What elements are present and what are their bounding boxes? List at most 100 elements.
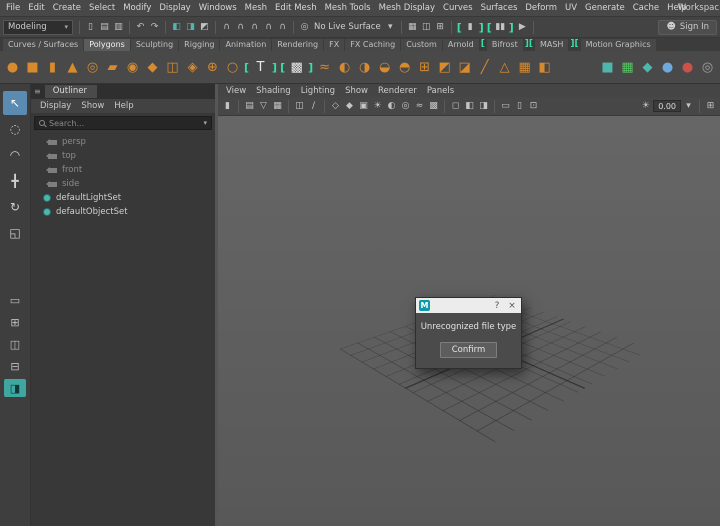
layout-two-pane-stacked[interactable]: ⊟ bbox=[4, 357, 26, 375]
scale-tool[interactable]: ◱ bbox=[3, 221, 27, 245]
make-live-icon[interactable]: ◎ bbox=[298, 20, 311, 35]
shelf-tab-curves-surfaces[interactable]: Curves / Surfaces bbox=[3, 39, 83, 51]
platonic-solid-icon[interactable]: ◆ bbox=[143, 57, 162, 78]
boolean-union-icon[interactable]: ◐ bbox=[335, 57, 354, 78]
workspace-selector[interactable]: Workspac bbox=[678, 3, 719, 13]
field-chart-icon[interactable]: ⊡ bbox=[527, 99, 540, 114]
shelf-tab-rendering[interactable]: Rendering bbox=[272, 39, 323, 51]
sign-in-button[interactable]: ☻ Sign In bbox=[658, 20, 717, 35]
bullet-soft-body-icon[interactable]: ◎ bbox=[698, 57, 717, 78]
bullet-rigid-body-icon[interactable]: ● bbox=[678, 57, 697, 78]
dialog-titlebar[interactable]: M ? × bbox=[416, 298, 521, 313]
chevron-down-icon[interactable]: ▾ bbox=[682, 99, 695, 114]
separate-icon[interactable]: ◓ bbox=[395, 57, 414, 78]
menu-create[interactable]: Create bbox=[49, 1, 85, 15]
snap-to-grid-icon[interactable]: ∩ bbox=[220, 20, 233, 35]
shelf-tab-fx[interactable]: FX bbox=[324, 39, 344, 51]
confirm-button[interactable]: Confirm bbox=[440, 342, 498, 358]
bifrost-graph-icon[interactable]: ◆ bbox=[638, 57, 657, 78]
mash-network-icon[interactable]: ■ bbox=[598, 57, 617, 78]
menu-generate[interactable]: Generate bbox=[581, 1, 629, 15]
outliner-item-persp[interactable]: persp bbox=[31, 135, 215, 149]
viewport-menu-shading[interactable]: Shading bbox=[251, 86, 296, 96]
outliner-item-defaultobjectset[interactable]: defaultObjectSet bbox=[31, 205, 215, 219]
poly-torus-icon[interactable]: ◎ bbox=[83, 57, 102, 78]
gate-mask-icon[interactable]: ▯ bbox=[513, 99, 526, 114]
outliner-item-defaultlightset[interactable]: defaultLightSet bbox=[31, 191, 215, 205]
menu-cache[interactable]: Cache bbox=[629, 1, 663, 15]
shelf-tab-bifrost[interactable]: Bifrost bbox=[487, 39, 523, 51]
layout-single-pane[interactable]: ▭ bbox=[4, 291, 26, 309]
snap-to-point-icon[interactable]: ∩ bbox=[248, 20, 261, 35]
live-surface-dropdown[interactable]: No Live Surface bbox=[312, 22, 383, 32]
exposure-value[interactable]: 0.00 bbox=[653, 100, 681, 112]
two-d-pan-zoom-icon[interactable]: ◫ bbox=[293, 99, 306, 114]
shelf-tab-custom[interactable]: Custom bbox=[401, 39, 442, 51]
shelf-tab-rigging[interactable]: Rigging bbox=[179, 39, 219, 51]
menu-edit-mesh[interactable]: Edit Mesh bbox=[271, 1, 321, 15]
help-button[interactable]: ? bbox=[491, 301, 503, 311]
symmetry-icon[interactable]: ▮ bbox=[464, 20, 477, 35]
poly-gear-icon[interactable]: ⊕ bbox=[203, 57, 222, 78]
textured-icon[interactable]: ▣ bbox=[357, 99, 370, 114]
xray-icon[interactable]: ◧ bbox=[463, 99, 476, 114]
extrude-icon[interactable]: ⊞ bbox=[415, 57, 434, 78]
shelf-tab-polygons[interactable]: Polygons bbox=[84, 39, 130, 51]
ipr-render-icon[interactable]: ◫ bbox=[420, 20, 433, 35]
motion-blur-icon[interactable]: ≈ bbox=[413, 99, 426, 114]
viewport-menu-show[interactable]: Show bbox=[340, 86, 373, 96]
bookmark-icon[interactable]: ▽ bbox=[257, 99, 270, 114]
layout-outliner-persp[interactable]: ◨ bbox=[4, 379, 26, 397]
outliner-item-top[interactable]: top bbox=[31, 149, 215, 163]
menu-file[interactable]: File bbox=[2, 1, 24, 15]
chevron-down-icon[interactable]: ▾ bbox=[384, 20, 397, 35]
poly-pipe-icon[interactable]: ◫ bbox=[163, 57, 182, 78]
shelf-tab-arnold[interactable]: Arnold bbox=[443, 39, 479, 51]
chevron-down-icon[interactable]: ▾ bbox=[203, 119, 207, 127]
bevel-icon[interactable]: ◩ bbox=[435, 57, 454, 78]
multi-cut-icon[interactable]: ╱ bbox=[475, 57, 494, 78]
outliner-item-front[interactable]: front bbox=[31, 163, 215, 177]
menu-deform[interactable]: Deform bbox=[521, 1, 561, 15]
viewport-menu-view[interactable]: View bbox=[221, 86, 251, 96]
xray-joints-icon[interactable]: ◨ bbox=[477, 99, 490, 114]
menu-display[interactable]: Display bbox=[155, 1, 194, 15]
menu-mesh-tools[interactable]: Mesh Tools bbox=[321, 1, 375, 15]
select-hierarchy-icon[interactable]: ◧ bbox=[170, 20, 183, 35]
menu-mesh[interactable]: Mesh bbox=[241, 1, 271, 15]
redo-icon[interactable]: ↷ bbox=[148, 20, 161, 35]
grease-pencil-icon[interactable]: ∕ bbox=[307, 99, 320, 114]
viewport-menu-lighting[interactable]: Lighting bbox=[296, 86, 340, 96]
shadows-icon[interactable]: ◐ bbox=[385, 99, 398, 114]
undo-icon[interactable]: ↶ bbox=[134, 20, 147, 35]
shaded-icon[interactable]: ◆ bbox=[343, 99, 356, 114]
svg-tool-icon[interactable]: ▩ bbox=[287, 57, 306, 78]
boolean-difference-icon[interactable]: ◑ bbox=[355, 57, 374, 78]
sweep-mesh-icon[interactable]: ≈ bbox=[315, 57, 334, 78]
poly-cylinder-icon[interactable]: ▮ bbox=[43, 57, 62, 78]
open-scene-icon[interactable]: ▤ bbox=[98, 20, 111, 35]
target-weld-icon[interactable]: △ bbox=[495, 57, 514, 78]
select-component-icon[interactable]: ◩ bbox=[198, 20, 211, 35]
lasso-tool[interactable]: ◌ bbox=[3, 117, 27, 141]
isolate-select-icon[interactable]: ◻ bbox=[449, 99, 462, 114]
outliner-menu-show[interactable]: Show bbox=[76, 101, 109, 111]
shelf-tab-motion-graphics[interactable]: Motion Graphics bbox=[581, 39, 656, 51]
render-view-icon[interactable]: ▦ bbox=[406, 20, 419, 35]
poly-helix-icon[interactable]: ◈ bbox=[183, 57, 202, 78]
evaluation-step-icon[interactable]: ▶ bbox=[516, 20, 529, 35]
menu-uv[interactable]: UV bbox=[561, 1, 581, 15]
move-tool[interactable]: ╋ bbox=[3, 169, 27, 193]
menu-mesh-display[interactable]: Mesh Display bbox=[375, 1, 439, 15]
image-plane-icon[interactable]: ▦ bbox=[271, 99, 284, 114]
viewport-menu-panels[interactable]: Panels bbox=[422, 86, 459, 96]
resolution-gate-icon[interactable]: ▭ bbox=[499, 99, 512, 114]
shelf-tab-animation[interactable]: Animation bbox=[220, 39, 271, 51]
exposure-icon[interactable]: ☀ bbox=[639, 99, 652, 114]
shelf-tab-mash[interactable]: MASH bbox=[535, 39, 568, 51]
use-all-lights-icon[interactable]: ☀ bbox=[371, 99, 384, 114]
render-settings-icon[interactable]: ⊞ bbox=[434, 20, 447, 35]
snap-to-projected-center-icon[interactable]: ∩ bbox=[262, 20, 275, 35]
combine-icon[interactable]: ◒ bbox=[375, 57, 394, 78]
bifrost-liquid-icon[interactable]: ● bbox=[658, 57, 677, 78]
